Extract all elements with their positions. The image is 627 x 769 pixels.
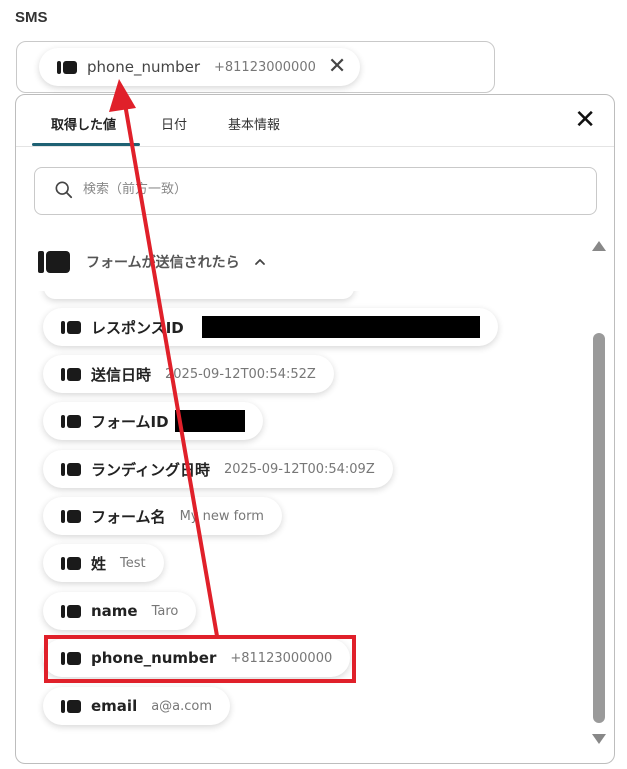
item-label: 送信日時	[91, 365, 152, 384]
annotation-highlight-box	[44, 635, 356, 683]
item-value: a@a.com	[151, 698, 213, 714]
item-value: My new form	[179, 508, 264, 524]
sms-input-field[interactable]: phone_number +81123000000 ✕	[16, 41, 495, 93]
phone-number-chip[interactable]: phone_number +81123000000 ✕	[39, 48, 361, 86]
search-box[interactable]	[34, 167, 597, 215]
group-header[interactable]: フォームが送信されたら	[38, 251, 266, 273]
group-title: フォームが送信されたら	[86, 255, 240, 271]
variable-tag-icon	[61, 414, 81, 428]
item-label: レスポンスID	[91, 318, 184, 337]
chip-value: +81123000000	[213, 59, 316, 75]
item-value: Test	[120, 555, 146, 571]
scroll-down-arrow-icon[interactable]	[592, 734, 606, 744]
list-item-last-name[interactable]: 姓 Test	[43, 544, 164, 582]
search-icon	[55, 181, 73, 199]
item-label: フォームID	[91, 412, 169, 431]
item-value: 2025-09-12T00:54:09Z	[223, 461, 375, 477]
tab-bar: 取得した値 日付 基本情報 ✕	[16, 95, 614, 147]
list-item-sent-datetime[interactable]: 送信日時 2025-09-12T00:54:52Z	[43, 355, 334, 393]
chip-label: phone_number	[87, 58, 200, 76]
scrollbar-thumb[interactable]	[593, 333, 605, 723]
variable-tag-icon	[61, 699, 81, 713]
item-value: 2025-09-12T00:54:52Z	[165, 366, 316, 382]
item-value: Taro	[151, 603, 179, 619]
sms-field-label: SMS	[15, 9, 48, 26]
list-item-name[interactable]: name Taro	[43, 592, 197, 630]
list-item-response-id[interactable]: レスポンスID	[43, 308, 498, 346]
partial-list-item[interactable]	[44, 291, 354, 299]
list-item-landing-datetime[interactable]: ランディング日時 2025-09-12T00:54:09Z	[43, 450, 393, 488]
tab-basic-info[interactable]: 基本情報	[228, 114, 280, 133]
list-item-form-id[interactable]: フォームID	[43, 402, 263, 440]
variable-tag-icon	[61, 509, 81, 523]
chevron-up-icon	[254, 259, 265, 265]
tab-acquired-values[interactable]: 取得した値	[51, 114, 116, 133]
item-label: ランディング日時	[91, 460, 210, 479]
scroll-up-arrow-icon[interactable]	[592, 241, 606, 251]
variable-tag-icon	[61, 462, 81, 476]
redacted-value	[174, 410, 245, 432]
close-icon[interactable]: ✕	[574, 107, 596, 133]
item-label: name	[91, 602, 138, 620]
item-label: 姓	[91, 554, 107, 573]
redacted-value	[201, 316, 480, 338]
close-icon[interactable]: ✕	[328, 56, 346, 78]
tab-date[interactable]: 日付	[161, 114, 187, 133]
search-input[interactable]	[83, 182, 563, 197]
item-label: email	[91, 697, 138, 715]
list-item-form-name[interactable]: フォーム名 My new form	[43, 497, 282, 535]
variable-tag-icon	[57, 60, 77, 74]
active-tab-indicator	[32, 143, 140, 146]
variable-tag-icon	[61, 367, 81, 381]
variable-tag-icon	[61, 604, 81, 618]
variable-tag-icon	[61, 556, 81, 570]
variable-tag-icon	[61, 320, 81, 334]
item-label: フォーム名	[91, 507, 166, 526]
variable-tag-icon	[38, 251, 70, 273]
list-item-email[interactable]: email a@a.com	[43, 687, 231, 725]
